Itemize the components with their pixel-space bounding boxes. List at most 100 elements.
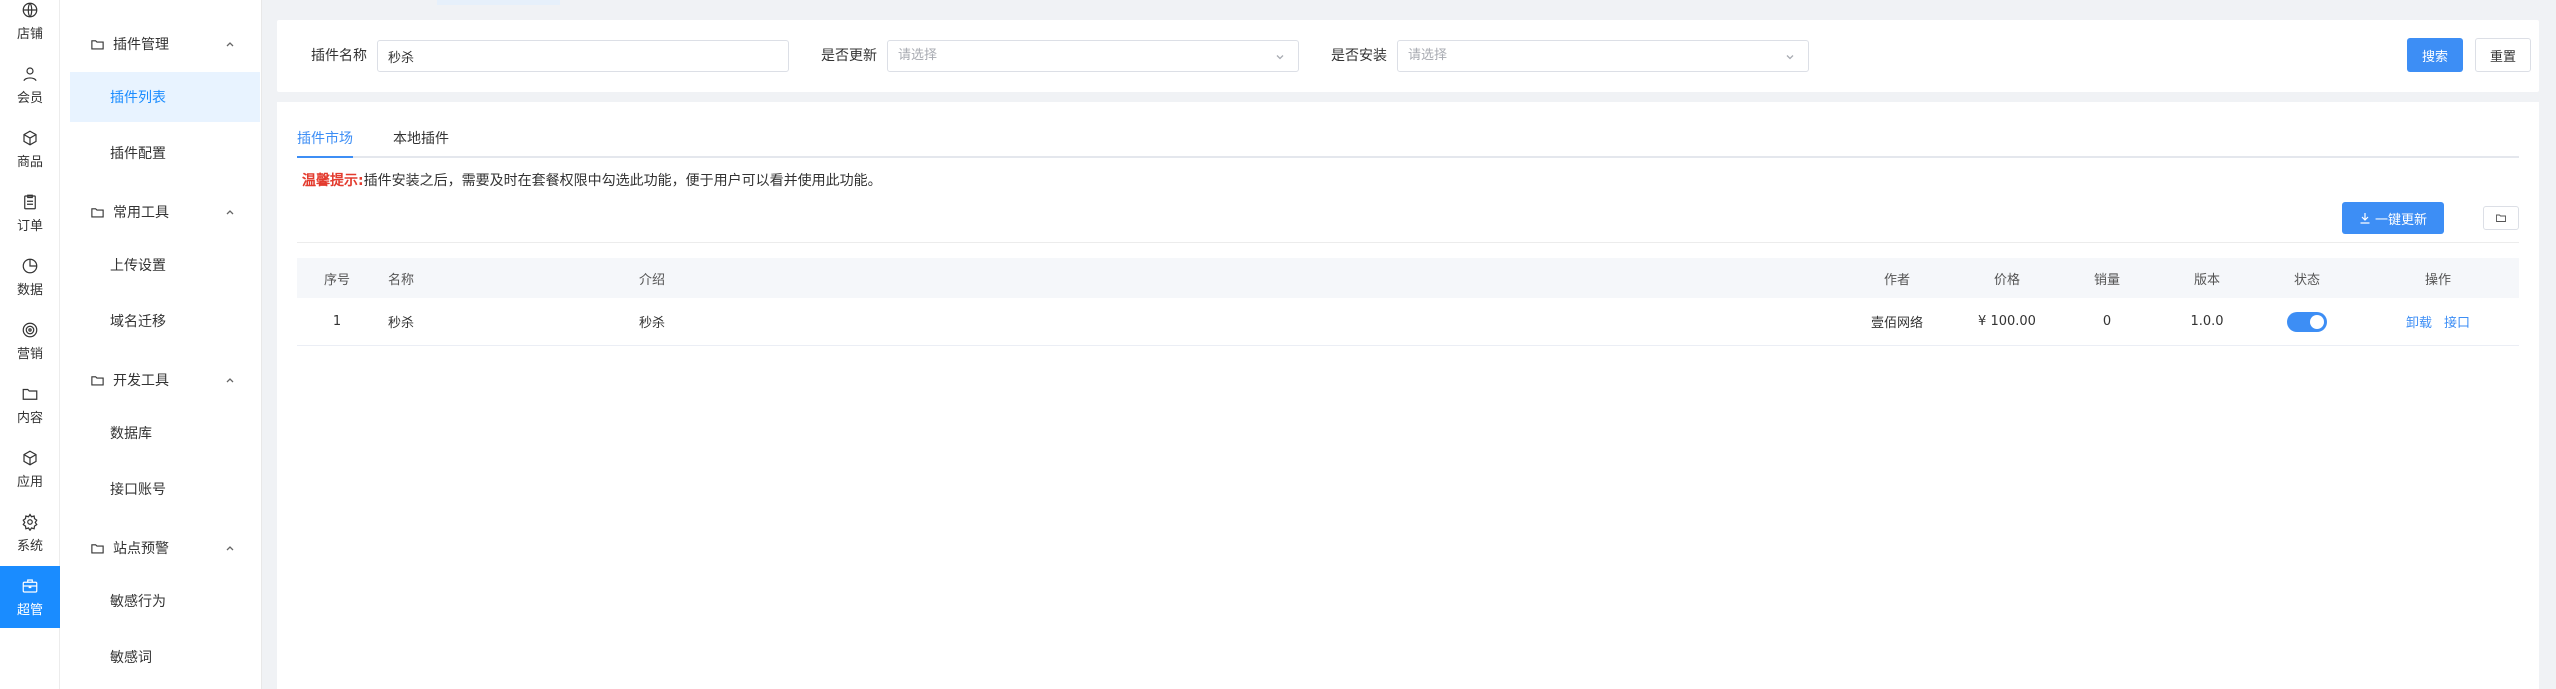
reset-button[interactable]: 重置 <box>2475 38 2531 72</box>
pie-chart-icon <box>22 258 38 273</box>
is-update-select[interactable]: 请选择 <box>887 40 1299 72</box>
clipboard-icon <box>24 194 36 209</box>
rail-label: 超管 <box>16 602 43 618</box>
menu-group-plugin-management[interactable]: 插件管理 <box>60 16 262 72</box>
folder-icon <box>91 39 104 49</box>
rail-item-order[interactable]: 订单 <box>0 182 60 244</box>
col-name: 名称 <box>388 272 415 288</box>
plugin-tabs: 插件市场 本地插件 <box>297 122 2519 158</box>
is-installed-select[interactable]: 请选择 <box>1397 40 1809 72</box>
rail-label: 营销 <box>16 346 43 362</box>
tip-title: 温馨提示: <box>302 173 364 189</box>
chevron-down-icon <box>1276 55 1284 60</box>
rail-label: 店铺 <box>16 26 43 42</box>
rail-item-system[interactable]: 系统 <box>0 502 60 564</box>
icon-rail: 店铺 会员 商品 订单 数据 营销 内容 应用 系统 超管 <box>0 0 60 689</box>
col-author: 作者 <box>1883 272 1910 288</box>
cell-author: 壹佰网络 <box>1870 316 1923 331</box>
rail-label: 订单 <box>16 218 43 234</box>
menu-item-database[interactable]: 数据库 <box>70 408 260 458</box>
cell-price: ¥ 100.00 <box>1978 314 2036 329</box>
is-installed-label: 是否安装 <box>1331 48 1387 64</box>
col-status: 状态 <box>2293 272 2320 288</box>
update-all-label: 一键更新 <box>2374 212 2427 228</box>
search-button[interactable]: 搜索 <box>2407 38 2463 72</box>
menu-item-domain-migration[interactable]: 域名迁移 <box>70 296 260 346</box>
tip-text: 插件安装之后，需要及时在套餐权限中勾选此功能，便于用户可以看并使用此功能。 <box>363 173 882 189</box>
rail-label: 商品 <box>16 154 43 170</box>
menu-item-upload-settings[interactable]: 上传设置 <box>70 240 260 290</box>
folder-button[interactable] <box>2483 206 2519 230</box>
user-icon <box>23 66 37 81</box>
status-toggle[interactable] <box>2287 311 2327 332</box>
tab-active-indicator <box>297 156 353 158</box>
plugin-name-input[interactable] <box>377 40 789 72</box>
cell-name: 秒杀 <box>388 316 415 331</box>
menu-item-plugin-config[interactable]: 插件配置 <box>70 128 260 178</box>
is-update-label: 是否更新 <box>821 48 877 64</box>
cell-index: 1 <box>332 314 342 329</box>
search-panel: 插件名称 是否更新 请选择 是否安装 请选择 搜索 重置 <box>277 20 2539 92</box>
menu-item-sensitive-behavior[interactable]: 敏感行为 <box>70 576 260 626</box>
col-price: 价格 <box>1993 272 2020 288</box>
menu-item-sensitive-words[interactable]: 敏感词 <box>70 632 260 682</box>
rail-label: 数据 <box>16 282 43 298</box>
col-index: 序号 <box>323 272 350 288</box>
rail-label: 会员 <box>16 90 43 106</box>
page-tab-active[interactable] <box>437 0 560 5</box>
rail-label: 应用 <box>16 474 43 490</box>
folder-icon <box>91 543 104 553</box>
rail-item-apps[interactable]: 应用 <box>0 438 60 500</box>
api-link[interactable]: 接口 <box>2444 312 2470 331</box>
col-actions: 操作 <box>2424 272 2451 288</box>
rail-item-store[interactable]: 店铺 <box>0 0 60 52</box>
tab-local-plugins[interactable]: 本地插件 <box>393 128 449 158</box>
col-sales: 销量 <box>2093 272 2120 288</box>
toggle-knob <box>2310 314 2324 329</box>
page-tab-strip <box>262 0 2556 20</box>
tip-message: 温馨提示:插件安装之后，需要及时在套餐权限中勾选此功能，便于用户可以看并使用此功… <box>302 170 882 192</box>
folder-icon <box>91 375 104 385</box>
col-version: 版本 <box>2193 272 2220 288</box>
is-update-placeholder: 请选择 <box>898 48 938 63</box>
gear-icon <box>22 512 38 531</box>
globe-icon <box>22 2 38 17</box>
menu-group-common-tools[interactable]: 常用工具 <box>60 184 262 240</box>
cell-intro: 秒杀 <box>639 316 666 331</box>
rail-item-goods[interactable]: 商品 <box>0 118 60 180</box>
cell-actions: 卸载 接口 <box>2357 298 2519 345</box>
menu-item-api-account[interactable]: 接口账号 <box>70 464 260 514</box>
toolbar-divider <box>297 242 2519 243</box>
cube-icon <box>23 130 37 145</box>
folder-icon <box>91 207 104 217</box>
rail-item-super-admin[interactable]: 超管 <box>0 566 60 628</box>
folder-icon <box>2496 214 2506 222</box>
cell-version: 1.0.0 <box>2190 314 2224 329</box>
menu-group-site-alert[interactable]: 站点预警 <box>60 520 262 576</box>
briefcase-icon <box>22 578 38 593</box>
is-installed-placeholder: 请选择 <box>1408 48 1448 63</box>
rail-item-marketing[interactable]: 营销 <box>0 310 60 372</box>
box-icon <box>23 450 37 465</box>
target-icon <box>22 322 38 337</box>
chevron-down-icon <box>1786 55 1794 60</box>
main-card: 插件市场 本地插件 温馨提示:插件安装之后，需要及时在套餐权限中勾选此功能，便于… <box>277 102 2539 689</box>
menu-group-dev-tools[interactable]: 开发工具 <box>60 352 262 408</box>
tab-plugin-market[interactable]: 插件市场 <box>297 128 353 158</box>
chevron-up-icon <box>226 378 234 383</box>
plugin-name-label: 插件名称 <box>311 48 367 64</box>
chevron-up-icon <box>226 42 234 47</box>
chevron-up-icon <box>226 210 234 215</box>
update-all-button[interactable]: 一键更新 <box>2342 202 2444 234</box>
rail-item-content[interactable]: 内容 <box>0 374 60 436</box>
menu-item-plugin-list[interactable]: 插件列表 <box>70 72 260 122</box>
table-row: 1 秒杀 秒杀 壹佰网络 ¥ 100.00 0 1.0.0 卸载 接口 <box>297 298 2519 346</box>
rail-item-data[interactable]: 数据 <box>0 246 60 308</box>
rail-item-member[interactable]: 会员 <box>0 54 60 116</box>
col-intro: 介绍 <box>639 272 666 288</box>
uninstall-link[interactable]: 卸载 <box>2406 312 2432 331</box>
menu-group-title: 插件管理 <box>113 37 169 53</box>
menu-group-title: 站点预警 <box>113 541 169 557</box>
menu-group-title: 常用工具 <box>113 205 169 221</box>
folder-icon <box>22 388 38 400</box>
